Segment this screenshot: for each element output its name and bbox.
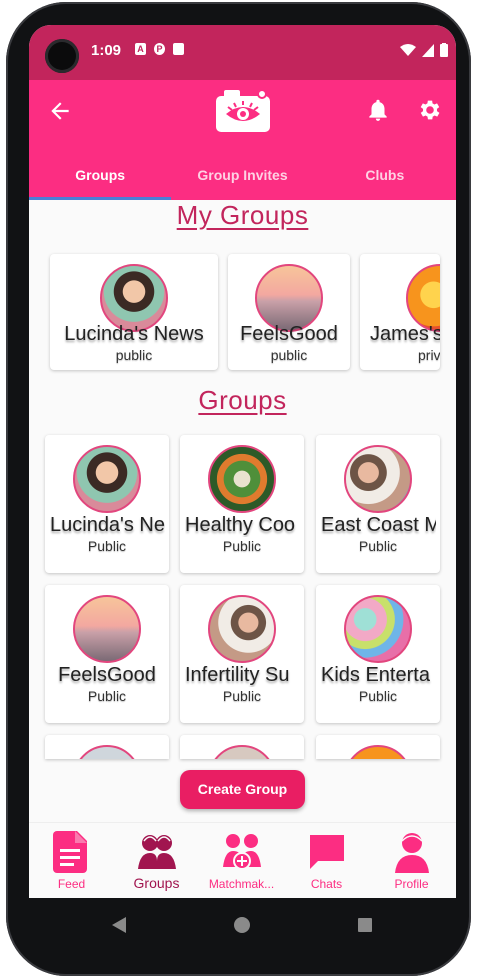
group-name: Healthy Coo: [185, 514, 296, 536]
feed-document-icon: [53, 831, 87, 873]
my-groups-heading: My Groups: [176, 200, 309, 230]
group-name: Infertility Su: [185, 664, 290, 686]
system-back-icon[interactable]: [112, 917, 126, 933]
group-name: Kids Enterta: [321, 664, 430, 686]
bottom-navigation: Feed Groups Matchmak... Chats Profile: [29, 822, 456, 898]
app-bar: Groups Group Invites Clubs: [29, 80, 456, 200]
group-name: East Coast M: [321, 514, 436, 536]
nav-label: Matchmak...: [208, 877, 275, 891]
nav-matchmaking[interactable]: Matchmak...: [199, 823, 284, 898]
battery-icon: [440, 43, 448, 57]
group-avatar: [208, 445, 276, 513]
group-name: James's: [370, 323, 440, 345]
settings-gear-icon[interactable]: [417, 97, 443, 123]
group-avatar: [73, 745, 141, 759]
group-avatar: [344, 595, 412, 663]
groups-heading: Groups: [198, 385, 287, 415]
group-visibility: Public: [222, 688, 262, 704]
groups-people-icon: [138, 835, 176, 869]
system-home-icon[interactable]: [234, 917, 250, 933]
tab-clubs[interactable]: Clubs: [314, 155, 456, 200]
group-card-partial[interactable]: [180, 735, 304, 759]
group-visibility: Public: [358, 688, 398, 704]
notifications-bell-icon[interactable]: [365, 97, 391, 123]
signal-icon: [422, 43, 434, 57]
group-card[interactable]: FeelsGood Public: [45, 585, 169, 723]
group-card[interactable]: Lucinda's Ne Public: [45, 435, 169, 573]
status-bar: 1:09 A P: [29, 25, 456, 80]
group-avatar: [73, 445, 141, 513]
group-visibility: Public: [87, 688, 127, 704]
matchmaking-people-plus-icon: [223, 834, 261, 870]
group-avatar: [406, 264, 440, 332]
app-screen: 1:09 A P Groups Group Invites Clubs My G…: [29, 25, 456, 898]
group-name: FeelsGood: [58, 664, 156, 686]
my-group-card-feelsgood[interactable]: FeelsGood public: [228, 254, 350, 370]
group-avatar: [208, 595, 276, 663]
tab-groups[interactable]: Groups: [29, 155, 171, 200]
chat-bubble-icon: [310, 835, 344, 869]
group-card[interactable]: Infertility Su Public: [180, 585, 304, 723]
group-avatar: [344, 445, 412, 513]
notification-icons: A P: [135, 43, 184, 55]
nav-groups[interactable]: Groups: [114, 823, 199, 898]
status-time: 1:09: [91, 42, 122, 59]
create-group-button[interactable]: Create Group: [180, 770, 305, 809]
tab-bar: Groups Group Invites Clubs: [29, 155, 456, 200]
nav-profile[interactable]: Profile: [369, 823, 454, 898]
nav-label: Groups: [133, 875, 180, 891]
group-visibility: Public: [87, 538, 127, 554]
nav-feed[interactable]: Feed: [29, 823, 114, 898]
group-card[interactable]: Kids Enterta Public: [316, 585, 440, 723]
nav-label: Profile: [394, 877, 429, 891]
group-name: FeelsGood: [240, 323, 338, 345]
group-card-partial[interactable]: [316, 735, 440, 759]
group-name: Lucinda's Ne: [50, 514, 165, 536]
nav-label: Chats: [310, 877, 343, 891]
group-card[interactable]: East Coast M Public: [316, 435, 440, 573]
system-navigation-bar: [112, 917, 372, 933]
group-card[interactable]: Healthy Coo Public: [180, 435, 304, 573]
wifi-icon: [400, 43, 416, 56]
back-arrow-icon[interactable]: [47, 98, 73, 124]
group-avatar: [255, 264, 323, 332]
my-group-card-lucinda[interactable]: Lucinda's News public: [50, 254, 218, 370]
group-avatar: [208, 745, 276, 759]
group-visibility: public: [115, 347, 153, 363]
group-name: Lucinda's News: [64, 323, 204, 345]
group-visibility: priv: [418, 347, 440, 363]
group-visibility: Public: [358, 538, 398, 554]
profile-person-icon: [395, 833, 429, 873]
app-logo-camera-eye-icon: [216, 89, 270, 132]
group-visibility: public: [270, 347, 308, 363]
my-group-card-james[interactable]: James's priv: [360, 254, 440, 370]
notification-a-icon: A: [135, 43, 146, 55]
sd-card-icon: [173, 43, 184, 55]
front-camera: [45, 39, 79, 73]
system-icons: [400, 43, 448, 57]
notification-p-icon: P: [154, 43, 165, 55]
nav-chats[interactable]: Chats: [284, 823, 369, 898]
group-avatar: [344, 745, 412, 759]
system-recents-icon[interactable]: [358, 918, 372, 932]
group-card-partial[interactable]: [45, 735, 169, 759]
group-visibility: Public: [222, 538, 262, 554]
group-avatar: [73, 595, 141, 663]
tab-group-invites[interactable]: Group Invites: [171, 155, 313, 200]
nav-label: Feed: [57, 877, 86, 891]
group-avatar: [100, 264, 168, 332]
